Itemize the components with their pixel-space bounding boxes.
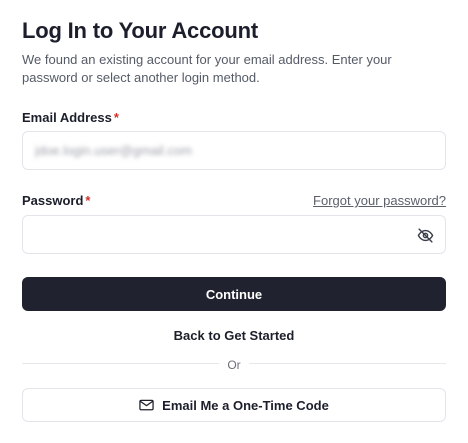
- eye-off-icon[interactable]: [417, 227, 434, 244]
- continue-button[interactable]: Continue: [22, 277, 446, 311]
- divider-or-text: Or: [219, 358, 249, 372]
- email-one-time-code-label: Email Me a One-Time Code: [162, 397, 329, 413]
- password-field[interactable]: [23, 216, 445, 253]
- back-to-get-started-button[interactable]: Back to Get Started: [0, 328, 468, 343]
- email-label: Email Address *: [22, 110, 119, 125]
- page-title: Log In to Your Account: [22, 18, 258, 43]
- email-one-time-code-button[interactable]: Email Me a One-Time Code: [22, 388, 446, 422]
- page-subtitle: We found an existing account for your em…: [22, 52, 392, 85]
- email-field-container: [22, 131, 446, 170]
- password-field-container: [22, 215, 446, 254]
- password-required-mark: *: [85, 193, 91, 208]
- divider-or: Or: [0, 356, 468, 374]
- mail-icon: [139, 399, 154, 411]
- forgot-password-link[interactable]: Forgot your password?: [313, 193, 446, 208]
- password-label: Password *: [22, 193, 90, 208]
- email-label-text: Email Address: [22, 110, 112, 125]
- login-panel: Log In to Your Account We found an exist…: [0, 0, 468, 443]
- email-required-mark: *: [113, 110, 119, 125]
- email-field[interactable]: [23, 132, 445, 169]
- password-label-text: Password: [22, 193, 84, 208]
